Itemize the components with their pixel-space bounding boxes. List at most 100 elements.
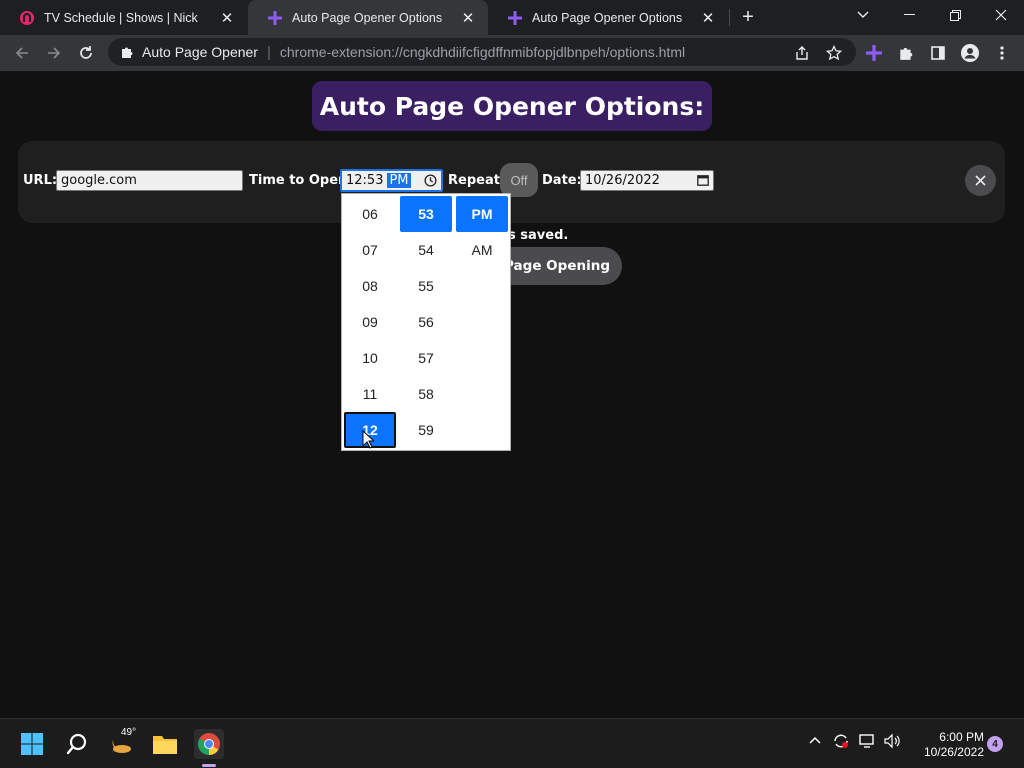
sync-icon [834,734,848,748]
windows-logo-icon [21,733,43,755]
folder-icon [153,736,177,754]
tab-title: Auto Page Opener Options [292,10,443,25]
hour-option[interactable]: 10 [344,340,396,376]
volume-button[interactable] [884,733,902,754]
minute-option-selected[interactable]: 53 [400,196,452,232]
options-page: Auto Page Opener Options: URL: google.co… [0,71,1024,718]
extensions-button[interactable] [894,41,918,65]
ampm-option-selected[interactable]: PM [456,196,508,232]
profile-button[interactable] [958,41,982,65]
share-icon [796,46,808,60]
side-panel-icon [931,46,945,60]
tab-nick[interactable]: TV Schedule | Shows | Nick ✕ [0,0,247,35]
tab-strip: TV Schedule | Shows | Nick ✕ Auto Page O… [0,0,1024,35]
clock-date: 10/26/2022 [923,745,984,759]
page-title: Auto Page Opener Options: [312,81,712,131]
kebab-menu-icon [1000,46,1004,60]
speaker-icon [884,733,900,749]
tab-separator [729,9,730,26]
time-picker-popup[interactable]: 06 07 08 09 10 11 12 53 54 55 56 57 58 5… [341,193,511,451]
tab-title: Auto Page Opener Options [532,10,683,25]
date-label: Date: [542,173,582,188]
divider: | [266,43,271,61]
tab-title: TV Schedule | Shows | Nick [44,10,198,25]
close-icon[interactable]: ✕ [698,8,718,28]
forward-arrow-icon [48,47,61,59]
taskbar-clock[interactable]: 6:00 PM 10/26/2022 [906,730,984,760]
close-icon [975,175,986,186]
screen: TV Schedule | Shows | Nick ✕ Auto Page O… [0,0,1024,768]
repeat-toggle[interactable]: Off [500,163,538,197]
forward-button[interactable] [42,41,66,65]
url-input[interactable]: google.com [56,170,243,191]
bookmark-button[interactable] [822,41,846,65]
time-label: Time to Open: [249,173,353,188]
puzzle-icon [900,47,913,60]
tab-options[interactable]: Auto Page Opener Options ✕ [488,0,728,35]
sync-tray-button[interactable] [832,733,850,754]
tab-options-active[interactable]: Auto Page Opener Options ✕ [248,0,488,35]
minute-option[interactable]: 58 [400,376,452,412]
hour-option[interactable]: 08 [344,268,396,304]
extension-plus-icon [866,45,882,61]
hour-option[interactable]: 09 [344,304,396,340]
address-bar[interactable]: Auto Page Opener | chrome-extension://cn… [108,38,856,66]
restore-button[interactable] [932,0,978,30]
time-input[interactable]: 12:53 PM [340,169,443,192]
date-input[interactable]: 10/26/2022 [580,170,714,191]
time-value: 12:53 [346,173,384,188]
minute-option[interactable]: 57 [400,340,452,376]
network-icon [859,734,874,748]
star-icon [826,45,842,61]
url-text: chrome-extension://cngkdhdiifcfigdffnmib… [279,44,686,60]
minute-option[interactable]: 59 [400,412,452,448]
ampm-segment[interactable]: PM [387,173,411,188]
ampm-option[interactable]: AM [456,232,508,268]
side-panel-button[interactable] [926,41,950,65]
close-icon [995,9,1007,21]
weather-temp: 49° [121,727,137,738]
minute-option[interactable]: 55 [400,268,452,304]
new-tab-button[interactable]: + [737,6,759,28]
chrome-button[interactable] [194,729,224,759]
minute-option[interactable]: 54 [400,232,452,268]
nick-favicon-icon [20,10,34,25]
search-button[interactable] [62,729,92,759]
tray-overflow-button[interactable] [808,733,822,752]
extension-plus-icon [508,10,522,25]
minimize-button[interactable] [886,0,932,30]
reload-icon [80,46,92,59]
remove-row-button[interactable] [965,165,996,196]
hour-option[interactable]: 06 [344,196,396,232]
active-app-indicator [202,764,216,767]
hour-option[interactable]: 11 [344,376,396,412]
close-window-button[interactable] [978,0,1024,30]
share-button[interactable] [790,41,814,65]
file-explorer-button[interactable] [150,729,180,759]
url-label: URL: [23,173,58,188]
tab-search-button[interactable] [840,0,886,30]
chrome-icon [198,733,220,755]
notification-badge[interactable]: 4 [987,736,1003,752]
clock-icon[interactable] [424,174,437,191]
close-icon[interactable]: ✕ [458,8,478,28]
minute-option[interactable]: 56 [400,304,452,340]
auto-page-opener-extension-button[interactable] [862,41,886,65]
hour-option[interactable]: 07 [344,232,396,268]
reload-button[interactable] [74,41,98,65]
date-value: 10/26/2022 [585,173,660,188]
calendar-icon[interactable] [697,174,709,190]
profile-icon [961,44,979,62]
menu-button[interactable] [990,41,1014,65]
back-button[interactable] [10,41,34,65]
network-button[interactable] [859,733,877,754]
saved-status-text: s saved. [508,228,569,243]
mouse-cursor-icon [362,430,374,449]
repeat-label: Repeat: [448,173,506,188]
puzzle-icon [120,45,134,59]
start-button[interactable] [17,729,47,759]
restore-icon [949,9,961,21]
close-icon[interactable]: ✕ [217,8,237,28]
search-icon [66,733,87,755]
back-arrow-icon [15,47,28,59]
